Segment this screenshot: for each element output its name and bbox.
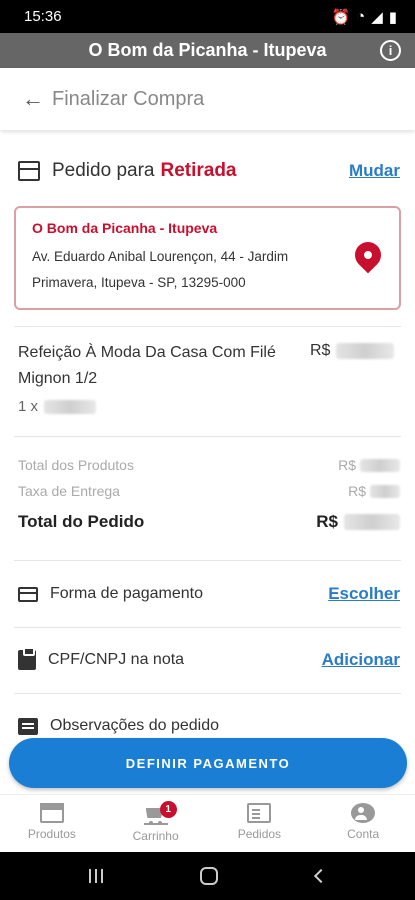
divider: [14, 560, 401, 561]
total-products-label: Total dos Produtos: [18, 457, 134, 473]
redacted-value: [370, 484, 400, 498]
store-name: O Bom da Picanha - Itupeva: [32, 220, 218, 236]
cart-count-badge: 1: [159, 801, 177, 818]
order-notes-label: Observações do pedido: [50, 717, 219, 734]
bottom-navigation: Produtos Carrinho 1 Pedidos Conta: [0, 794, 415, 852]
item-price-currency: R$: [310, 342, 331, 359]
comment-icon: [18, 717, 38, 735]
battery-icon: ▮: [388, 8, 397, 26]
list-icon: [247, 803, 272, 823]
order-type-row: Pedido para Retirada Mudar: [18, 156, 400, 186]
tax-id-row: CPF/CNPJ na nota Adicionar: [18, 642, 400, 678]
recent-apps-icon[interactable]: [88, 869, 103, 883]
cart-item: Refeição À Moda Da Casa Com Filé Mignon …: [18, 340, 400, 415]
wifi-icon: ◔: [356, 8, 366, 25]
credit-card-icon: [18, 586, 38, 602]
signal-icon: ◢: [371, 8, 383, 26]
clipboard-icon: [18, 647, 36, 670]
app-bar: O Bom da Picanha - Itupeva i: [0, 33, 415, 68]
info-icon[interactable]: i: [380, 40, 401, 61]
store-address: Av. Eduardo Anibal Lourençon, 44 - Jardi…: [32, 249, 289, 290]
choose-payment-link[interactable]: Escolher: [328, 584, 400, 604]
divider: [14, 326, 401, 327]
user-icon: [351, 803, 376, 823]
change-order-type-link[interactable]: Mudar: [349, 161, 400, 181]
define-payment-button[interactable]: DEFINIR PAGAMENTO: [9, 738, 407, 788]
home-icon[interactable]: [200, 867, 219, 885]
tax-id-label: CPF/CNPJ na nota: [48, 651, 185, 668]
page-title: Finalizar Compra: [52, 87, 205, 110]
back-icon[interactable]: [314, 868, 329, 884]
divider: [14, 436, 401, 437]
store-icon: [39, 803, 64, 823]
redacted-value: [44, 399, 97, 414]
status-bar: 15:36 ⏰ ◔ ◢ ▮: [0, 0, 415, 33]
total-products-row: Total dos Produtos R$: [18, 452, 400, 478]
nav-cart[interactable]: Carrinho 1: [116, 801, 196, 843]
item-price: R$: [310, 342, 400, 360]
checkout-content: Pedido para Retirada Mudar O Bom da Pica…: [0, 130, 415, 746]
system-navigation-bar: [0, 852, 415, 900]
item-name: Refeição À Moda Da Casa Com Filé Mignon …: [18, 344, 276, 387]
currency: R$: [348, 483, 366, 499]
item-qty-prefix: 1 x: [18, 398, 39, 415]
status-icons: ⏰ ◔ ◢ ▮: [331, 8, 397, 26]
order-totals: Total dos Produtos R$ Taxa de Entrega R$…: [18, 452, 400, 540]
order-label: Pedido para: [52, 160, 155, 181]
store-icon: [18, 161, 40, 181]
nav-orders-label: Pedidos: [237, 827, 282, 841]
divider: [14, 693, 401, 694]
alarm-icon: ⏰: [331, 8, 351, 26]
nav-account[interactable]: Conta: [323, 803, 403, 841]
add-tax-id-link[interactable]: Adicionar: [322, 650, 400, 670]
redacted-value: [344, 514, 400, 530]
payment-method-row: Forma de pagamento Escolher: [18, 576, 400, 612]
nav-products[interactable]: Produtos: [12, 803, 92, 841]
delivery-fee-row: Taxa de Entrega R$: [18, 478, 400, 504]
item-quantity: 1 x: [18, 398, 400, 415]
nav-orders[interactable]: Pedidos: [219, 803, 299, 841]
currency: R$: [338, 457, 356, 473]
nav-account-label: Conta: [347, 827, 380, 841]
order-total-row: Total do Pedido R$: [18, 504, 400, 540]
back-arrow-icon[interactable]: ←: [22, 86, 52, 112]
status-time: 15:36: [24, 8, 62, 25]
delivery-fee-label: Taxa de Entrega: [18, 483, 120, 499]
currency: R$: [316, 512, 338, 531]
location-pin-icon: [349, 236, 387, 274]
nav-products-label: Produtos: [27, 827, 76, 841]
nav-cart-label: Carrinho: [132, 829, 179, 843]
page-header: ← Finalizar Compra: [0, 68, 415, 130]
payment-method-label: Forma de pagamento: [50, 585, 203, 602]
app-title: O Bom da Picanha - Itupeva: [88, 40, 327, 60]
divider: [14, 627, 401, 628]
order-total-label: Total do Pedido: [18, 512, 145, 531]
order-type: Retirada: [160, 160, 237, 181]
store-address-card: O Bom da Picanha - Itupeva Av. Eduardo A…: [14, 206, 401, 310]
redacted-value: [360, 458, 400, 472]
redacted-value: [336, 343, 395, 359]
